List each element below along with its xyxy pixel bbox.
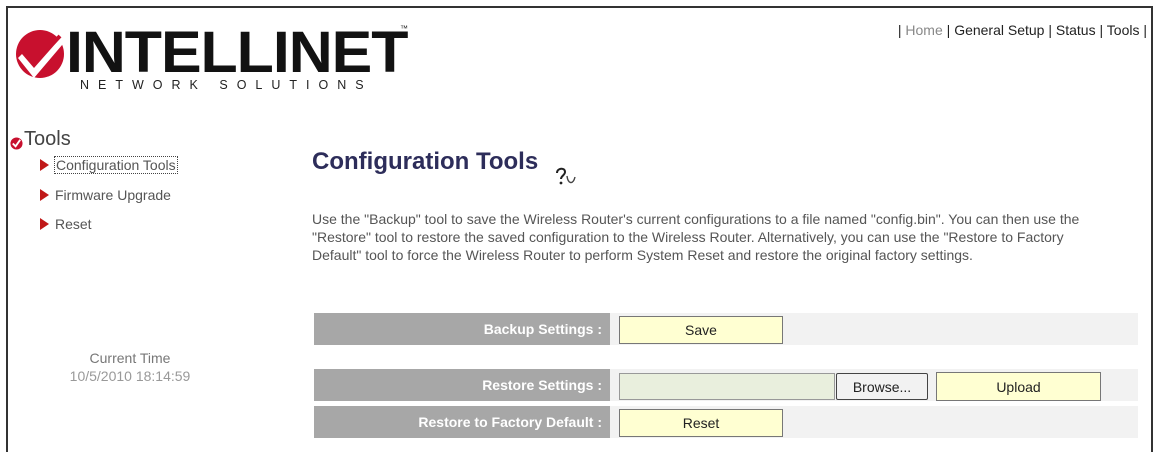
logo-tagline: NETWORK SOLUTIONS (80, 78, 373, 92)
reset-button[interactable]: Reset (619, 409, 783, 437)
current-time-label: Current Time (89, 350, 171, 366)
logo-mark-icon (16, 30, 68, 78)
nav-tools-link[interactable]: Tools (1107, 22, 1140, 38)
restore-settings-label: Restore Settings : (314, 369, 610, 401)
browse-button[interactable]: Browse... (836, 373, 928, 400)
sidebar-item-reset[interactable]: Reset (40, 216, 92, 232)
backup-settings-label: Backup Settings : (314, 313, 610, 345)
page-title: Configuration Tools (312, 148, 539, 175)
section-bullet-icon (10, 137, 23, 150)
arrow-right-icon (40, 159, 49, 171)
current-time-value: 10/5/2010 18:14:59 (69, 368, 191, 384)
logo-wordmark: INTELLINET (66, 20, 408, 85)
sidebar-item-firmware-upgrade[interactable]: Firmware Upgrade (40, 187, 171, 203)
save-button[interactable]: Save (619, 316, 783, 344)
top-navigation: | Home | General Setup | Status | Tools … (897, 22, 1147, 38)
nav-status-link[interactable]: Status (1056, 22, 1096, 38)
sidebar-item-configuration-tools[interactable]: Configuration Tools (40, 156, 178, 174)
arrow-right-icon (40, 218, 49, 230)
nav-home-link[interactable]: Home (905, 22, 942, 38)
sidebar-title: Tools (24, 128, 71, 150)
page-description: Use the "Backup" tool to save the Wirele… (312, 211, 1080, 263)
factory-default-label: Restore to Factory Default : (314, 406, 610, 438)
help-icon[interactable] (553, 166, 577, 188)
nav-general-setup-link[interactable]: General Setup (954, 22, 1044, 38)
arrow-right-icon (40, 189, 49, 201)
restore-file-input[interactable] (619, 373, 835, 400)
upload-button[interactable]: Upload (936, 372, 1101, 401)
brand-logo[interactable]: INTELLINET ™ NETWORK SOLUTIONS (14, 18, 414, 98)
logo-trademark: ™ (400, 24, 408, 33)
